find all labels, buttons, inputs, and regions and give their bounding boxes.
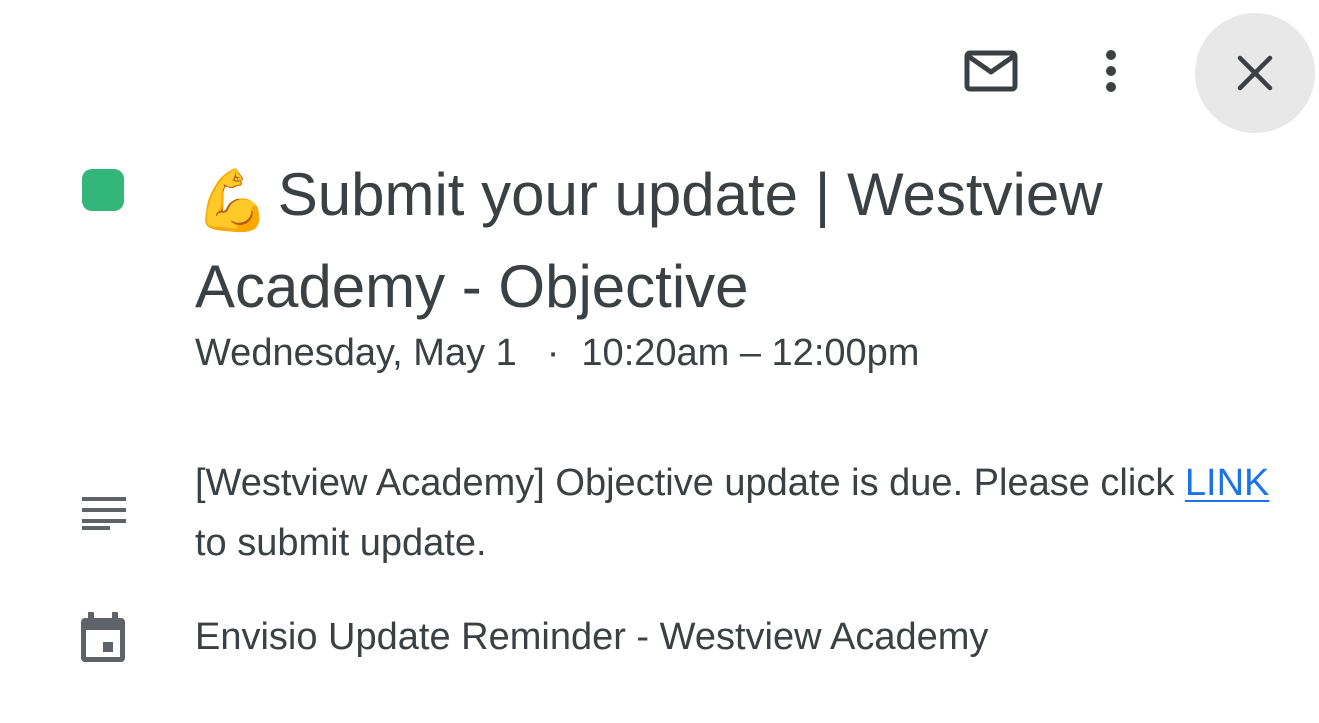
datetime-separator: · bbox=[546, 332, 560, 374]
description-icon bbox=[82, 497, 126, 530]
description-link[interactable]: LINK bbox=[1185, 462, 1269, 504]
close-icon bbox=[1237, 55, 1273, 91]
calendar-name: Envisio Update Reminder - Westview Acade… bbox=[195, 616, 989, 658]
email-icon bbox=[964, 50, 1018, 92]
event-title-text: Submit your update | Westview Academy - … bbox=[195, 161, 1103, 320]
more-options-button[interactable] bbox=[1070, 30, 1152, 112]
event-description: [Westview Academy] Objective update is d… bbox=[195, 453, 1275, 573]
event-details-card: 💪 Submit your update | Westview Academy -… bbox=[0, 0, 1319, 723]
more-vert-icon bbox=[1106, 50, 1116, 92]
email-guests-button[interactable] bbox=[950, 30, 1032, 112]
event-datetime: Wednesday, May 1 · 10:20am – 12:00pm bbox=[195, 328, 919, 378]
event-color-swatch bbox=[82, 169, 124, 211]
description-text-after-link: to submit update. bbox=[195, 522, 487, 564]
event-time-range: 10:20am – 12:00pm bbox=[581, 332, 920, 374]
close-button[interactable] bbox=[1195, 13, 1315, 133]
flexed-biceps-emoji-icon: 💪 bbox=[195, 167, 270, 234]
event-date: Wednesday, May 1 bbox=[195, 332, 517, 374]
event-title: 💪 Submit your update | Westview Academy -… bbox=[195, 152, 1275, 330]
calendar-icon bbox=[81, 612, 125, 662]
description-text-before-link: [Westview Academy] Objective update is d… bbox=[195, 462, 1185, 504]
